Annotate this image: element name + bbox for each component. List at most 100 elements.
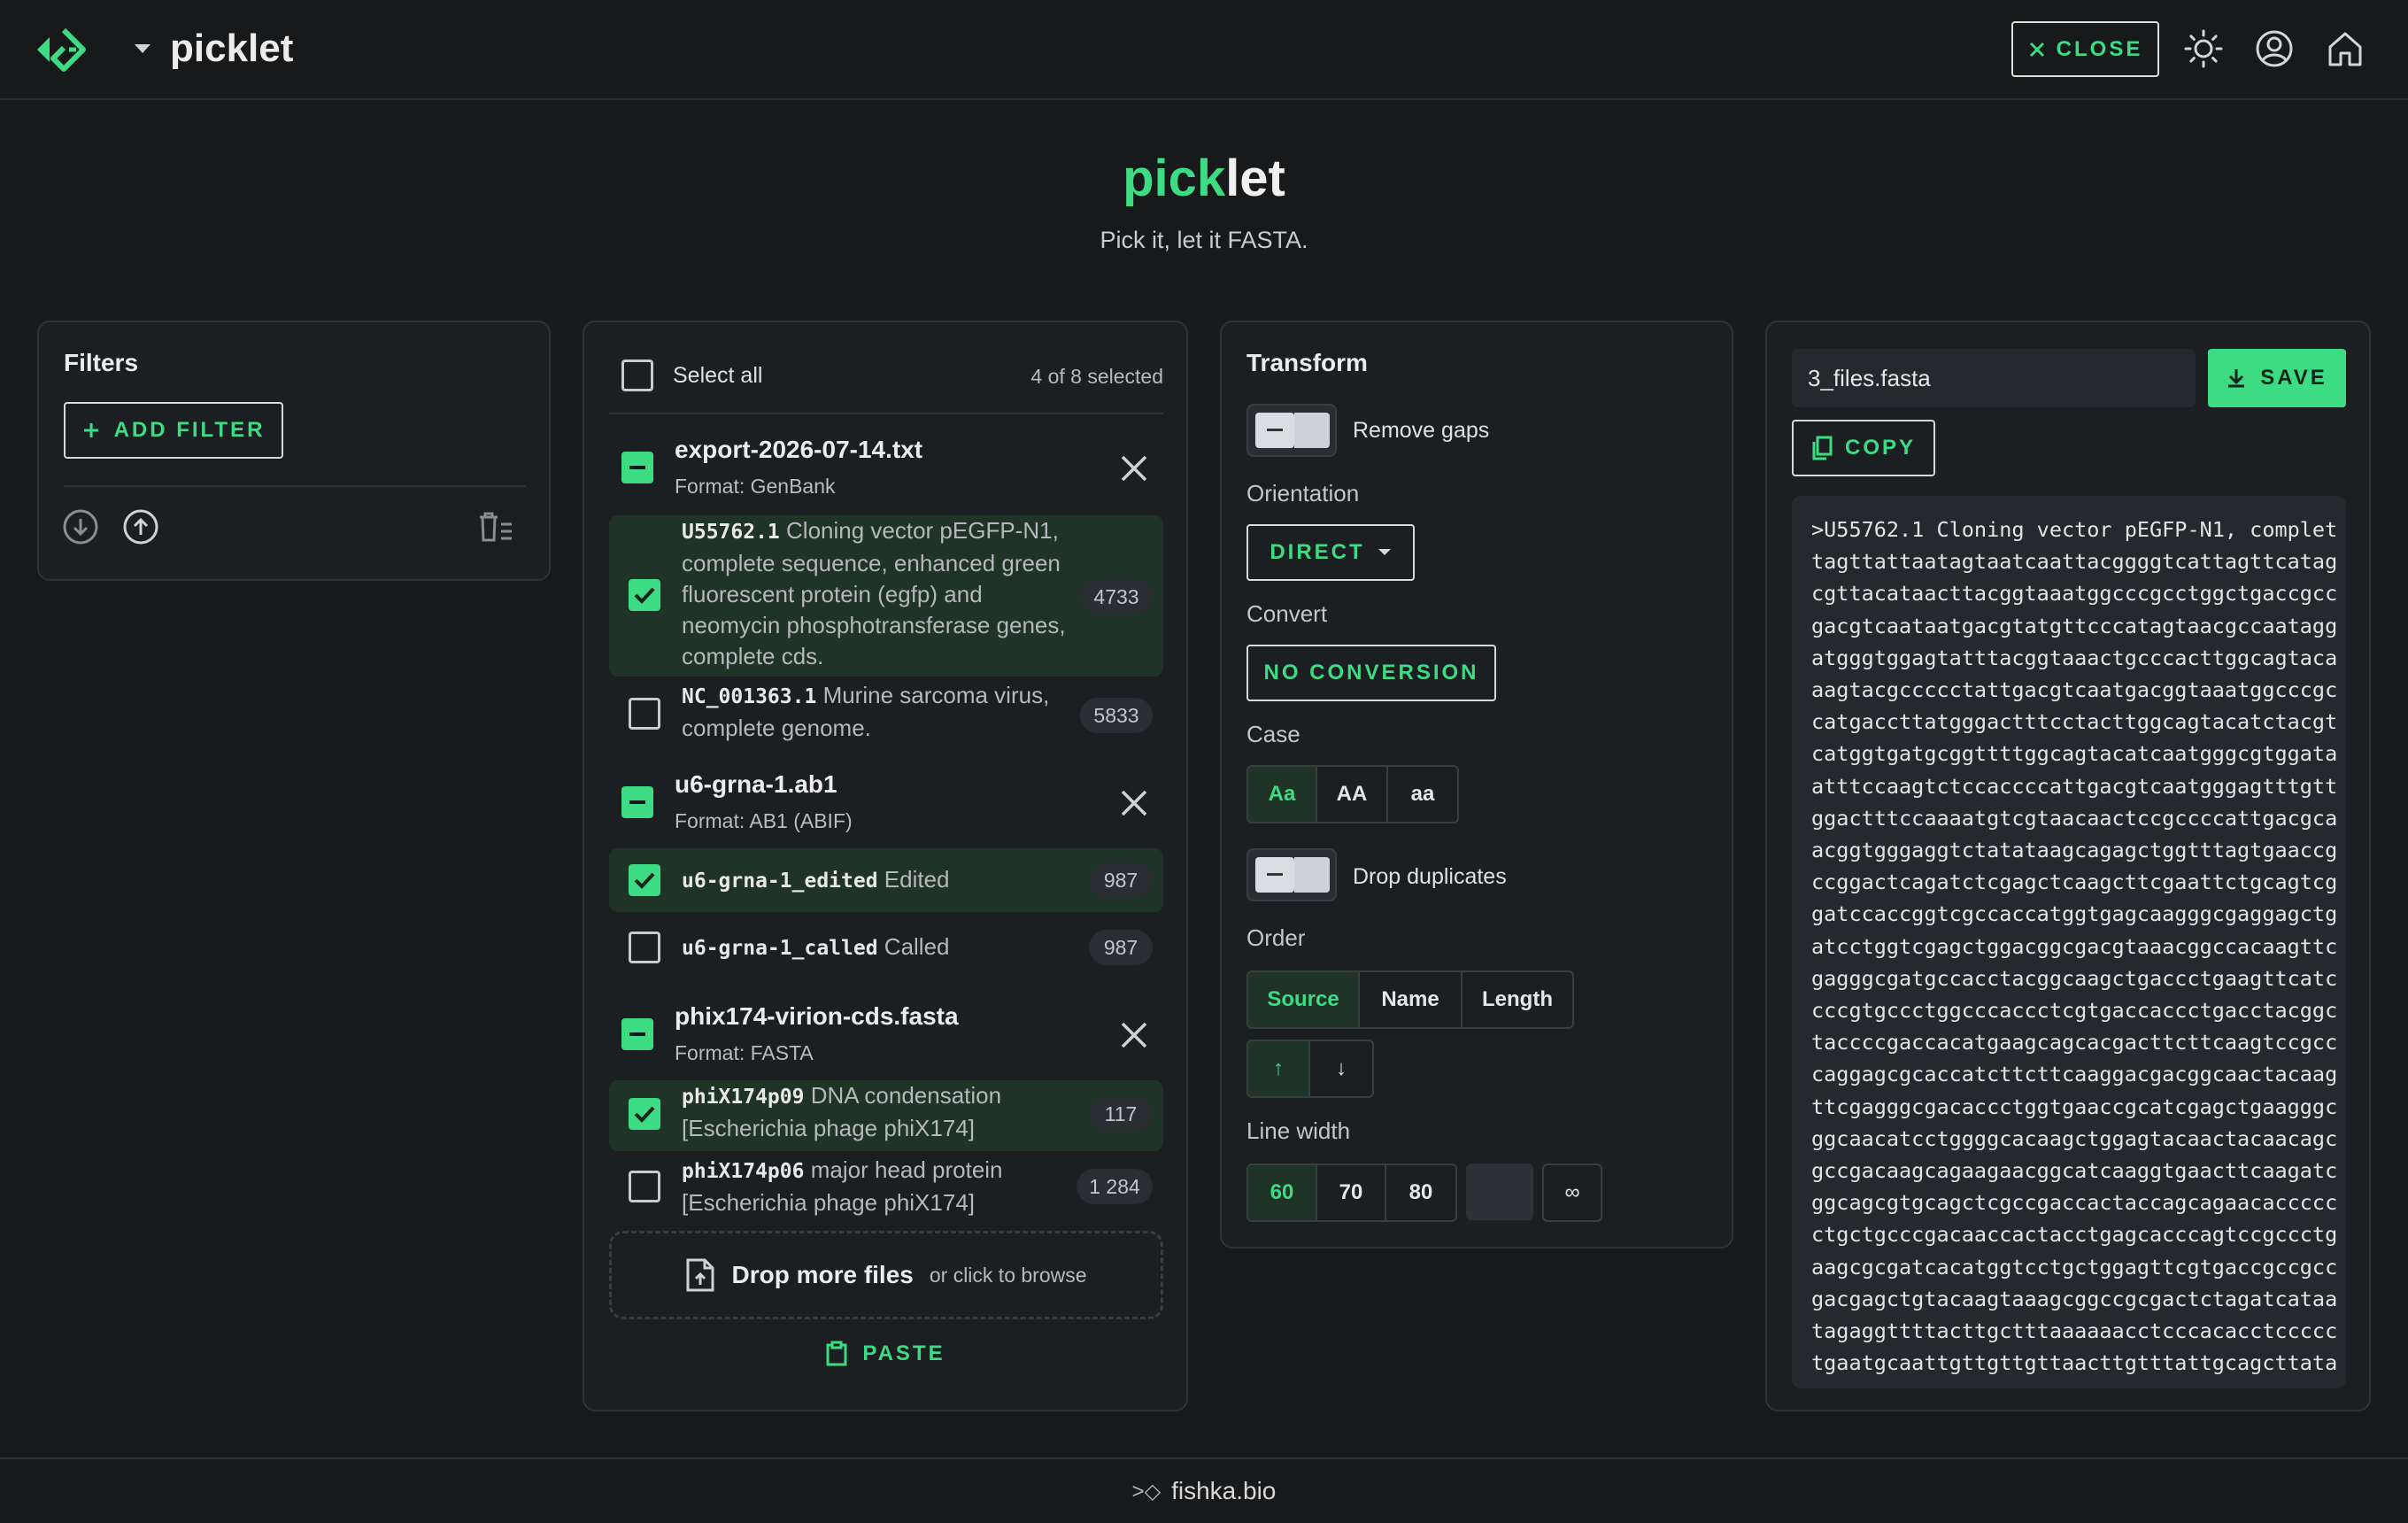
line-width-80[interactable]: 80 <box>1386 1165 1455 1220</box>
file-name: export-2026-07-14.txt <box>675 436 923 463</box>
order-segmented-control: Source Name Length <box>1246 970 1574 1029</box>
case-option-mixed[interactable]: Aa <box>1248 767 1317 822</box>
record-text: phiX174p06 major head protein [Escherich… <box>682 1155 1071 1218</box>
line-width-infinite[interactable]: ∞ <box>1542 1164 1602 1222</box>
clipboard-icon <box>826 1341 847 1366</box>
sequence-line: catgaccttatgggactttcctacttggcagtacatctac… <box>1811 709 2338 735</box>
drop-duplicates-label: Drop duplicates <box>1353 864 1507 889</box>
sequence-line: gagggcgatgccacctacggcaagctgaccctgaagttca… <box>1811 965 2338 991</box>
add-filter-button[interactable]: ADD FILTER <box>64 402 283 459</box>
sort-descending-icon[interactable]: ↓ <box>1310 1041 1372 1096</box>
record-id: phiX174p06 <box>682 1160 805 1183</box>
line-width-custom-input[interactable] <box>1466 1164 1533 1220</box>
theme-toggle-icon[interactable] <box>2183 28 2224 69</box>
remove-gaps-toggle[interactable] <box>1246 404 1337 457</box>
order-label: Order <box>1246 924 1306 951</box>
remove-file-icon[interactable] <box>1119 1020 1149 1050</box>
file-group-checkbox[interactable] <box>621 1018 653 1050</box>
sequence-line: ttcgagggcgacaccctggtgaaccgcatcgagctgaagg… <box>1811 1094 2338 1119</box>
record-text: phiX174p09 DNA condensation [Escherichia… <box>682 1080 1071 1144</box>
footer-link[interactable]: fishka.bio <box>1171 1477 1276 1505</box>
download-icon <box>2228 369 2245 388</box>
record-description: Edited <box>884 866 950 893</box>
orientation-select[interactable]: DIRECT <box>1246 524 1415 581</box>
transform-card: Transform Remove gaps Orientation DIRECT… <box>1220 321 1733 1249</box>
record-checkbox[interactable] <box>629 698 660 730</box>
upload-file-icon <box>686 1258 714 1292</box>
select-all-checkbox[interactable] <box>621 359 653 391</box>
record-length-badge: 987 <box>1089 862 1153 898</box>
record-checkbox[interactable] <box>629 932 660 963</box>
line-width-60[interactable]: 60 <box>1248 1165 1317 1220</box>
file-group-checkbox[interactable] <box>621 786 653 818</box>
record-checkbox[interactable] <box>629 579 660 611</box>
convert-label: Convert <box>1246 600 1328 627</box>
line-width-control: 60 70 80 ∞ <box>1246 1164 1602 1222</box>
file-format: Format: FASTA <box>675 1041 814 1064</box>
sequence-line: gccgacaagcagaagaacggcatcaaggtgaacttcaaga… <box>1811 1158 2338 1184</box>
fasta-output[interactable]: >U55762.1 Cloning vector pEGFP-N1, compl… <box>1792 496 2346 1388</box>
select-all-label[interactable]: Select all <box>673 363 762 389</box>
convert-select[interactable]: NO CONVERSION <box>1246 645 1496 701</box>
account-icon[interactable] <box>2254 28 2295 69</box>
file-name: u6-grna-1.ab1 <box>675 770 837 798</box>
record-checkbox[interactable] <box>629 1098 660 1130</box>
sequence-line: gacgtcaataatgacgtatgttcccatagtaacgccaata… <box>1811 613 2338 638</box>
line-width-70[interactable]: 70 <box>1317 1165 1386 1220</box>
fasta-header-line: >U55762.1 Cloning vector pEGFP-N1, compl… <box>1811 517 2338 542</box>
order-option-name[interactable]: Name <box>1360 972 1463 1027</box>
copy-icon <box>1812 436 1833 460</box>
record-id: phiX174p09 <box>682 1086 805 1109</box>
file-dropzone[interactable]: Drop more files or click to browse <box>609 1231 1163 1319</box>
order-option-length[interactable]: Length <box>1463 972 1572 1027</box>
import-filters-icon[interactable] <box>62 508 99 545</box>
sequence-line: taccccgaccacatgaagcagcacgacttcttcaagtccg… <box>1811 1030 2338 1055</box>
logo-icon[interactable] <box>34 25 94 74</box>
filters-title: Filters <box>64 349 139 376</box>
case-option-upper[interactable]: AA <box>1317 767 1388 822</box>
drop-hint: or click to browse <box>929 1263 1087 1287</box>
sequence-line: ggactttccaaaatgtcgtaacaactccgccccattgacg… <box>1811 805 2338 831</box>
sequence-line: aagtacgccccctattgacgtcaatgacggtaaatggccc… <box>1811 677 2338 703</box>
sequence-line: ccggactcagatctcgagctcaagcttcgaattctgcagt… <box>1811 870 2338 895</box>
record-text: u6-grna-1_called Called <box>682 932 1071 964</box>
record-id: U55762.1 <box>682 521 780 544</box>
orientation-label: Orientation <box>1246 480 1360 506</box>
filters-divider <box>64 485 526 487</box>
brand-name[interactable]: picklet <box>170 27 293 71</box>
plus-icon <box>83 423 98 437</box>
order-option-source[interactable]: Source <box>1248 972 1360 1027</box>
sort-ascending-icon[interactable]: ↑ <box>1248 1041 1310 1096</box>
sequence-line: tgaatgcaattgttgttgttaacttgtttattgcagctta… <box>1811 1350 2338 1376</box>
check-icon <box>634 1106 655 1123</box>
brand-menu-caret-icon[interactable] <box>135 44 150 53</box>
files-card: Select all 4 of 8 selected export-2026-0… <box>583 321 1188 1411</box>
remove-file-icon[interactable] <box>1119 788 1149 818</box>
close-button[interactable]: CLOSE <box>2011 21 2159 77</box>
footer-fish-icon: >◇ <box>1131 1479 1162 1504</box>
output-card: 3_files.fasta SAVE COPY >U55762.1 Clonin… <box>1765 321 2371 1411</box>
record-length-badge: 117 <box>1089 1096 1153 1132</box>
record-checkbox[interactable] <box>629 864 660 896</box>
sequence-line: acggtgggaggtctatataagcagagctggtttagtgaac… <box>1811 838 2338 863</box>
export-filters-icon[interactable] <box>122 508 159 545</box>
filename-input[interactable]: 3_files.fasta <box>1792 349 2196 407</box>
record-length-badge: 1 284 <box>1077 1169 1153 1204</box>
record-length-badge: 5833 <box>1080 698 1153 733</box>
copy-button[interactable]: COPY <box>1792 420 1935 476</box>
sequence-line: gacgagctgtacaagtaaagcggccgcgactctagatcat… <box>1811 1286 2338 1311</box>
hero-subtitle: Pick it, let it FASTA. <box>1100 227 1308 253</box>
save-button[interactable]: SAVE <box>2208 349 2346 407</box>
sequence-line: gatccaccggtcgccaccatggtgagcaagggcgaggagc… <box>1811 901 2338 927</box>
chevron-down-icon <box>1378 549 1391 555</box>
case-option-lower[interactable]: aa <box>1388 767 1457 822</box>
record-checkbox[interactable] <box>629 1171 660 1202</box>
remove-file-icon[interactable] <box>1119 453 1149 483</box>
filters-card: Filters ADD FILTER <box>37 321 551 581</box>
clear-filters-icon[interactable] <box>476 510 515 545</box>
paste-button[interactable]: PASTE <box>584 1341 1186 1367</box>
drop-duplicates-toggle[interactable] <box>1246 848 1337 901</box>
home-icon[interactable] <box>2325 28 2366 69</box>
file-group-checkbox[interactable] <box>621 452 653 483</box>
sequence-line: atgggtggagtatttacggtaaactgcccacttggcagta… <box>1811 645 2338 670</box>
